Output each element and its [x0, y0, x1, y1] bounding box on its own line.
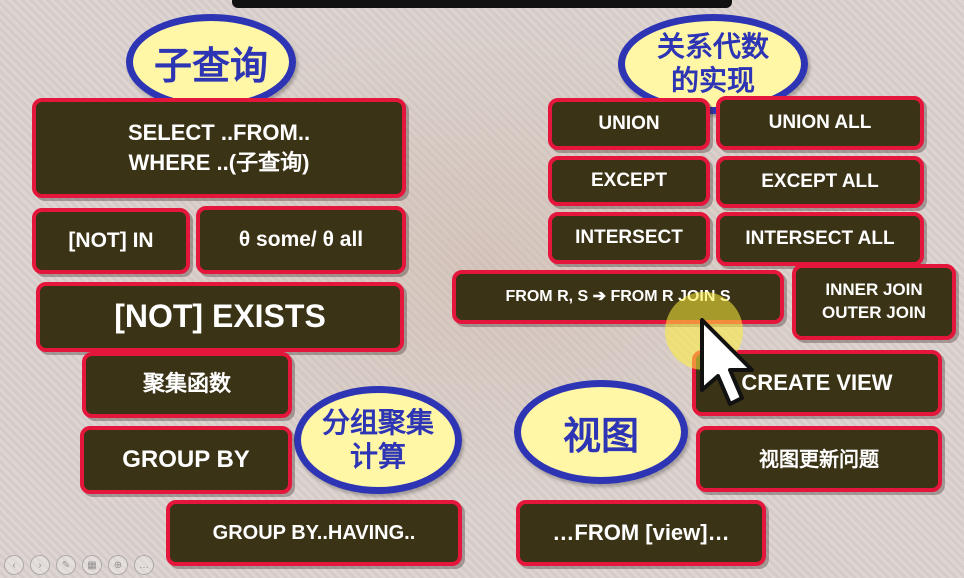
outer-join-label: OUTER JOIN	[822, 303, 926, 322]
union-all-label: UNION ALL	[768, 112, 872, 134]
not-in-box: [NOT] IN	[32, 208, 190, 274]
select-line2-prefix: WHERE ..(	[128, 149, 237, 175]
union-all-box: UNION ALL	[716, 96, 924, 150]
not-exists-label: [NOT] EXISTS	[114, 298, 326, 335]
subquery-ellipse: 子查询	[126, 14, 296, 110]
intersect-label: INTERSECT	[575, 227, 683, 249]
from-view-box: …FROM [view]…	[516, 500, 766, 566]
except-all-box: EXCEPT ALL	[716, 156, 924, 208]
intersect-box: INTERSECT	[548, 212, 710, 264]
pen-icon[interactable]: ✎	[56, 555, 76, 575]
not-in-label: [NOT] IN	[68, 228, 154, 252]
next-icon[interactable]: ›	[30, 555, 50, 575]
groupcalc-ellipse-line1: 分组聚集	[321, 406, 434, 439]
grid-icon[interactable]: ▦	[82, 555, 102, 575]
join-types-box: INNER JOIN OUTER JOIN	[792, 264, 956, 340]
some-all-label: θ some/ θ all	[238, 227, 364, 251]
more-icon[interactable]: …	[134, 555, 154, 575]
mouse-pointer-icon	[700, 318, 754, 406]
create-view-label: CREATE VIEW	[741, 370, 893, 396]
select-line1: SELECT ..FROM..	[127, 119, 311, 145]
view-update-label: 视图更新问题	[759, 446, 879, 471]
except-box: EXCEPT	[548, 156, 710, 206]
select-line2-suffix: )	[302, 149, 310, 175]
except-label: EXCEPT	[590, 170, 668, 192]
union-box: UNION	[548, 98, 710, 150]
view-update-box: 视图更新问题	[696, 426, 942, 492]
select-from-where-box: SELECT ..FROM.. WHERE ..(子查询)	[32, 98, 406, 198]
group-by-box: GROUP BY	[80, 426, 292, 494]
union-label: UNION	[598, 113, 660, 135]
zoom-icon[interactable]: ⊕	[108, 555, 128, 575]
inner-join-label: INNER JOIN	[825, 280, 923, 300]
top-bar	[232, 0, 732, 8]
view-ellipse-label: 视图	[562, 412, 639, 458]
not-exists-box: [NOT] EXISTS	[36, 282, 404, 352]
intersect-all-label: INTERSECT ALL	[745, 228, 895, 250]
aggregate-label: 聚集函数	[142, 371, 231, 398]
except-all-label: EXCEPT ALL	[761, 171, 879, 193]
group-by-having-label: GROUP BY..HAVING..	[212, 521, 416, 544]
select-line2: WHERE ..(子查询)	[129, 148, 310, 179]
from-view-label: …FROM [view]…	[552, 520, 730, 546]
select-line2-zh: 子查询	[236, 149, 303, 176]
groupcalc-ellipse: 分组聚集 计算	[294, 386, 462, 494]
view-ellipse: 视图	[514, 380, 688, 484]
prev-icon[interactable]: ‹	[4, 555, 24, 575]
relalg-ellipse-line2: 的实现	[670, 64, 755, 97]
some-all-box: θ some/ θ all	[196, 206, 406, 274]
subquery-ellipse-label: 子查询	[153, 42, 268, 88]
groupcalc-ellipse-line2: 计算	[349, 440, 406, 473]
relalg-ellipse-line1: 关系代数	[656, 30, 769, 63]
player-controls[interactable]: ‹ › ✎ ▦ ⊕ …	[0, 552, 224, 578]
group-by-label: GROUP BY	[122, 445, 250, 473]
intersect-all-box: INTERSECT ALL	[716, 212, 924, 266]
aggregate-box: 聚集函数	[82, 352, 292, 418]
